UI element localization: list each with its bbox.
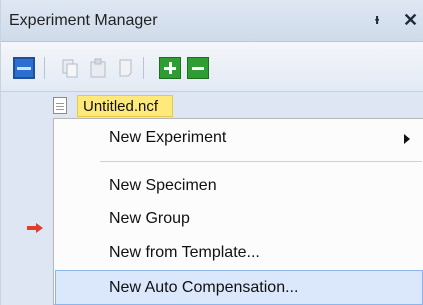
menu-item-new-group[interactable]: New Group [109, 210, 190, 228]
menu-item-new-specimen[interactable]: New Specimen [109, 177, 217, 195]
copy-icon[interactable] [59, 57, 81, 79]
menu-item-new-from-template[interactable]: New from Template... [109, 244, 260, 262]
layout-icon[interactable] [13, 57, 35, 79]
delete-icon[interactable] [115, 57, 137, 79]
toolbar-separator [143, 57, 144, 79]
red-arrow-icon [27, 223, 43, 233]
menu-item-new-auto-compensation[interactable]: New Auto Compensation... [109, 279, 298, 297]
paste-icon[interactable] [87, 57, 109, 79]
menu-item-new-experiment[interactable]: New Experiment [109, 129, 226, 147]
tree-node-label: Untitled.ncf [83, 98, 159, 115]
context-menu: New Experiment New Specimen New Group Ne… [53, 118, 423, 305]
toolbar-separator [44, 57, 45, 79]
add-icon[interactable] [159, 57, 181, 79]
panel-title: Experiment Manager [9, 12, 158, 29]
pin-icon[interactable]: ᵻ [375, 11, 379, 28]
menu-separator [100, 161, 422, 162]
submenu-arrow-icon [404, 134, 410, 144]
panel-titlebar: Experiment Manager ᵻ ✕ [1, 0, 423, 42]
close-icon[interactable]: ✕ [403, 10, 418, 31]
panel-toolbar [1, 42, 423, 92]
remove-icon[interactable] [187, 57, 209, 79]
experiment-manager-panel: Experiment Manager ᵻ ✕ Untitled.ncf New … [0, 0, 423, 305]
file-icon [53, 97, 67, 114]
tree-node-untitled[interactable]: Untitled.ncf [77, 95, 173, 117]
